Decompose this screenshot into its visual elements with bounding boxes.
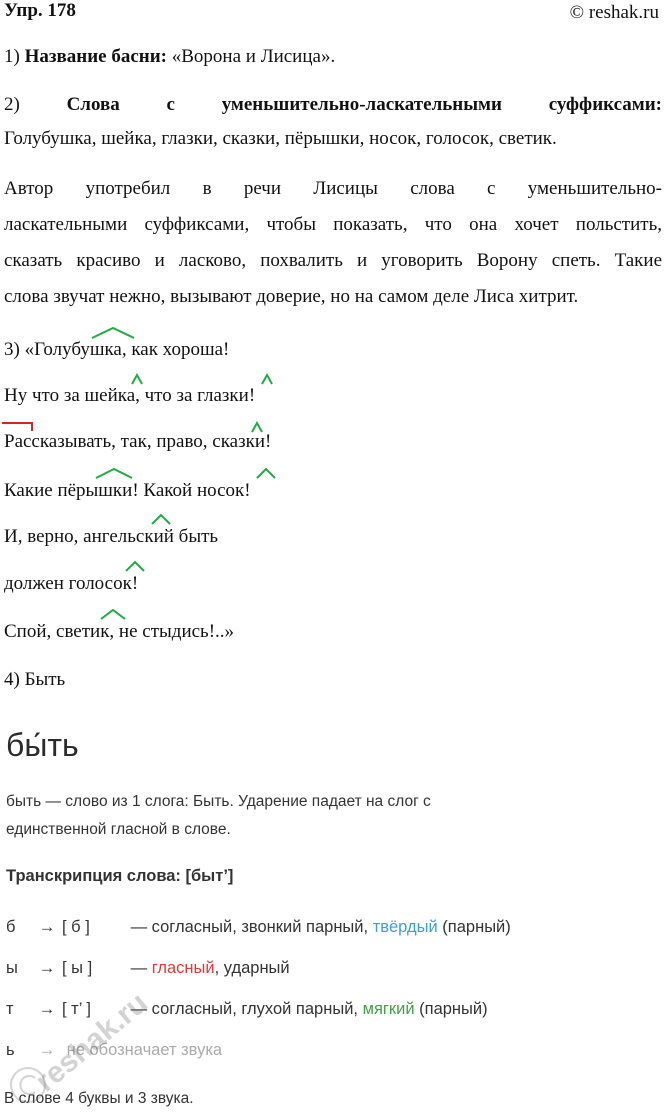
row-desc-tail: (парный) (442, 918, 511, 936)
sound-row: б → [ б ] — согласный, звонкий парный, твё… (6, 918, 511, 937)
suffix-mark (100, 608, 126, 620)
arrow-icon: → (38, 959, 56, 977)
row-sound: [ ы ] (62, 959, 93, 977)
suffix-mark (95, 467, 133, 479)
morpheme-marks (2, 326, 276, 620)
row-highlight-soft: мягкий (362, 1000, 415, 1018)
row-desc: — (130, 959, 148, 977)
suffix-mark (151, 513, 171, 525)
suffix-mark (91, 326, 135, 339)
suffix-mark (131, 372, 143, 385)
row-letter: ы (6, 959, 18, 977)
row-sound: [ б ] (62, 918, 90, 936)
row-desc-tail: (парный) (419, 1000, 488, 1018)
row-desc: — согласный, звонкий парный, (130, 918, 369, 936)
analyzed-word: бы́ть (6, 727, 79, 763)
svg-text:reshak.ru: reshak.ru (29, 986, 154, 1098)
suffix-mark (261, 372, 273, 385)
row-letter: б (6, 918, 16, 936)
word-description: быть — слово из 1 слога: Быть. Ударение … (6, 788, 646, 844)
suffix-mark (256, 467, 276, 479)
suffix-mark (251, 420, 263, 433)
prefix-mark (2, 422, 33, 431)
row-highlight-vowel: гласный (151, 959, 215, 977)
suffix-mark (125, 560, 145, 572)
sound-row: ы → [ ы ] — гласный, ударный (6, 959, 290, 978)
transcription-heading: Транскрипция слова: [быт’] (6, 867, 234, 885)
arrow-icon: → (38, 918, 56, 936)
row-highlight-hard: твёрдый (372, 918, 438, 936)
description-line: единственной гласной в слове. (6, 821, 231, 838)
item-4: 4) Быть (4, 669, 66, 690)
row-desc-tail: , ударный (214, 959, 290, 977)
description-line: быть — слово из 1 слога: Быть. Ударение … (6, 793, 431, 810)
watermark-logo: reshak.ru (10, 986, 154, 1103)
